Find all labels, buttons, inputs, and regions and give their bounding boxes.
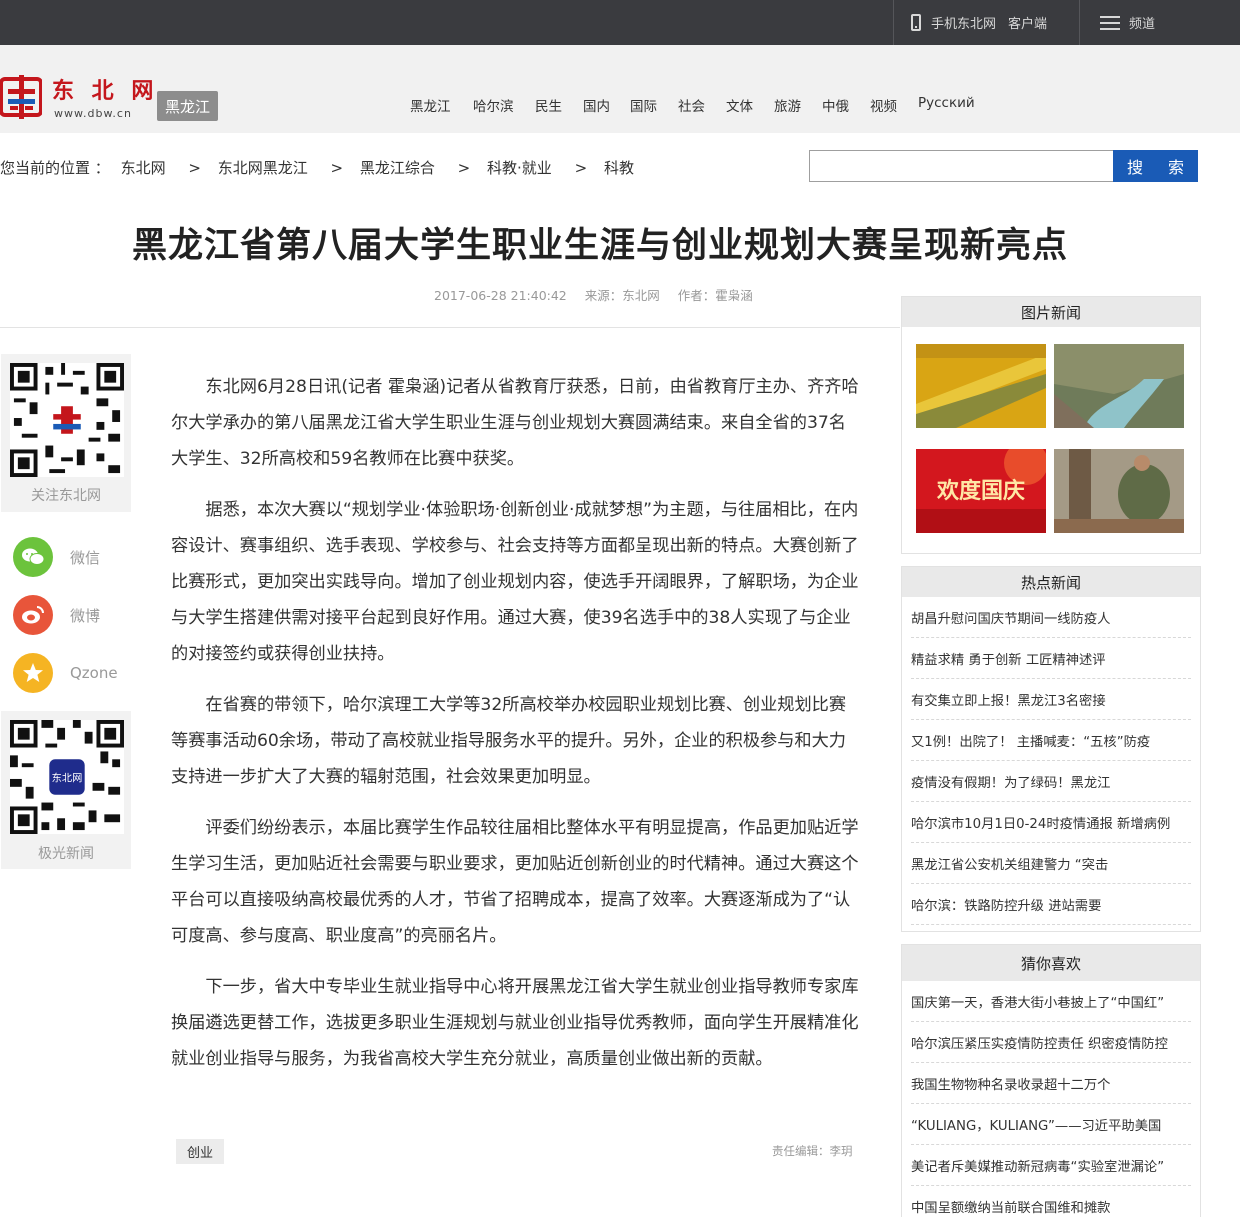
nav-item-culture-sports[interactable]: 文体: [726, 95, 753, 115]
guess-you-like-title: 猜你喜欢: [902, 945, 1200, 981]
article-source: 来源：东北网: [584, 288, 660, 303]
photo-news-panel: 图片新闻 欢度国庆: [901, 296, 1201, 554]
share-wechat[interactable]: 微信: [13, 537, 100, 577]
photo-news-thumb-river[interactable]: [1054, 344, 1184, 428]
wechat-label: 微信: [70, 548, 101, 567]
jiguang-qr-code-icon: 东北网: [10, 720, 124, 834]
share-weibo[interactable]: 微博: [13, 595, 100, 635]
nav-item-video[interactable]: 视频: [870, 95, 897, 115]
guess-news-item[interactable]: 我国生物物种名录收录超十二万个: [911, 1063, 1191, 1104]
region-badge[interactable]: 黑龙江: [157, 91, 218, 121]
nav-item-russian[interactable]: Русский: [918, 95, 975, 111]
hot-news-item[interactable]: 又1例！出院了！ 主播喊麦：“五核”防疫: [911, 720, 1191, 761]
jiguang-qr-card: 东北网 极光新闻: [1, 711, 131, 869]
article-paragraph: 下一步，省大中专毕业生就业指导中心将开展黑龙江省大学生就业创业指导教师专家库换届…: [171, 977, 859, 1069]
breadcrumb-item[interactable]: 科教·就业: [487, 159, 552, 177]
top-bar-divider: [893, 0, 894, 45]
photo-banner-text: 欢度国庆: [936, 478, 1025, 504]
hot-news-item[interactable]: 疫情没有假期！为了绿码！黑龙江: [911, 761, 1191, 802]
qzone-label: Qzone: [70, 664, 118, 682]
hamburger-menu-icon: [1100, 15, 1120, 30]
guess-news-item[interactable]: 美记者斥美媒推动新冠病毒“实验室泄漏论”: [911, 1145, 1191, 1186]
responsible-editor: 责任编辑：李玥: [772, 1144, 853, 1158]
breadcrumb-separator: >: [574, 159, 588, 177]
breadcrumb-prefix: 您当前的位置 ：: [0, 159, 110, 177]
logo-url: www.dbw.cn: [54, 107, 132, 120]
article-paragraph: 东北网6月28日讯(记者 霍枭涵)记者从省教育厅获悉，日前，由省教育厅主办、齐齐…: [171, 377, 859, 469]
hot-news-item[interactable]: 黑龙江省公安机关组建警力 “突击: [911, 843, 1191, 884]
hot-news-item[interactable]: 有交集立即上报！黑龙江3名密接: [911, 679, 1191, 720]
breadcrumb-separator: >: [188, 159, 201, 177]
article-paragraph: 据悉，本次大赛以“规划学业·体验职场·创新创业·成就梦想”为主题，与往届相比，在…: [171, 500, 859, 664]
guess-news-item[interactable]: 哈尔滨压紧压实疫情防控责任 织密疫情防控: [911, 1022, 1191, 1063]
top-bar: 手机东北网 客户端 频道: [0, 0, 1240, 45]
weibo-icon: [13, 595, 53, 635]
article-meta: 2017-06-28 21:40:42 来源：东北网 作者：霍枭涵: [434, 285, 767, 304]
nav-item-harbin[interactable]: 哈尔滨: [473, 95, 514, 115]
article-title: 黑龙江省第八届大学生职业生涯与创业规划大赛呈现新亮点: [131, 226, 1068, 266]
channel-menu-button[interactable]: 频道: [1100, 0, 1155, 45]
follow-qr-card: 关注东北网: [1, 354, 131, 512]
client-app-label: 客户端: [1008, 17, 1048, 32]
guess-news-item[interactable]: “KULIANG，KULIANG”——习近平助美国: [911, 1104, 1191, 1145]
hot-news-item[interactable]: 哈尔滨市10月1日0-24时疫情通报 新增病例: [911, 802, 1191, 843]
photo-news-thumb-soldier[interactable]: [1054, 449, 1184, 533]
guess-news-item[interactable]: 国庆第一天，香港大街小巷披上了“中国红”: [911, 981, 1191, 1022]
guess-news-item[interactable]: 中国呈额缴纳当前联合国维和摊款: [911, 1186, 1191, 1217]
photo-news-title: 图片新闻: [902, 297, 1200, 327]
breadcrumb-separator: >: [457, 159, 471, 177]
channel-label: 频道: [1129, 17, 1156, 32]
share-qzone[interactable]: Qzone: [13, 653, 118, 693]
hot-news-item[interactable]: 哈尔滨：铁路防控升级 进站需要: [911, 884, 1191, 925]
article-author: 作者：霍枭涵: [677, 288, 753, 303]
jiguang-label: 极光新闻: [38, 846, 94, 862]
breadcrumb-item[interactable]: 东北网: [121, 159, 166, 177]
photo-news-thumb-national-day[interactable]: 欢度国庆: [916, 449, 1046, 533]
nav-item-livelihood[interactable]: 民生: [535, 95, 562, 115]
hot-news-list: 胡昌升慰问国庆节期间一线防疫人 精益求精 勇于创新 工匠精神述评 有交集立即上报…: [902, 597, 1200, 925]
wechat-icon: [13, 537, 53, 577]
mobile-phone-icon: [911, 14, 921, 31]
qr-logo-text: 东北网: [52, 771, 83, 784]
article-paragraph: 评委们纷纷表示，本届比赛学生作品较往届相比整体水平有明显提高，作品更加贴近学生学…: [171, 818, 859, 946]
follow-label: 关注东北网: [31, 488, 101, 504]
article-tag[interactable]: 创业: [176, 1139, 224, 1164]
site-logo[interactable]: 东 北 网 www.dbw.cn 黑龙江: [0, 73, 220, 123]
hot-news-item[interactable]: 精益求精 勇于创新 工匠精神述评: [911, 638, 1191, 679]
qzone-star-icon: [13, 653, 53, 693]
nav-item-society[interactable]: 社会: [678, 95, 705, 115]
breadcrumb: 您当前的位置 ： 东北网 > 东北网黑龙江 > 黑龙江综合 > 科教·就业 > …: [0, 157, 640, 178]
nav-item-international[interactable]: 国际: [630, 95, 657, 115]
mobile-site-label: 手机东北网: [931, 17, 997, 32]
nav-item-travel[interactable]: 旅游: [774, 95, 801, 115]
hot-news-item[interactable]: 胡昌升慰问国庆节期间一线防疫人: [911, 597, 1191, 638]
logo-name: 东 北 网: [52, 78, 159, 104]
photo-news-thumb-field[interactable]: [916, 344, 1046, 428]
article-paragraph: 在省赛的带领下，哈尔滨理工大学等32所高校举办校园职业规划比赛、创业规划比赛等赛…: [171, 695, 847, 787]
guess-you-like-list: 国庆第一天，香港大街小巷披上了“中国红” 哈尔滨压紧压实疫情防控责任 织密疫情防…: [902, 981, 1200, 1217]
article-body: 东北网6月28日讯(记者 霍枭涵)记者从省教育厅获悉，日前，由省教育厅主办、齐齐…: [171, 369, 861, 1092]
guess-you-like-panel: 猜你喜欢 国庆第一天，香港大街小巷披上了“中国红” 哈尔滨压紧压实疫情防控责任 …: [901, 944, 1201, 1217]
hot-news-panel: 热点新闻 胡昌升慰问国庆节期间一线防疫人 精益求精 勇于创新 工匠精神述评 有交…: [901, 566, 1201, 932]
dbw-qr-code-icon: [10, 363, 124, 477]
site-header: 东 北 网 www.dbw.cn 黑龙江 黑龙江 哈尔滨 民生 国内 国际 社会…: [0, 45, 1240, 133]
nav-item-domestic[interactable]: 国内: [583, 95, 610, 115]
nav-item-china-russia[interactable]: 中俄: [822, 95, 849, 115]
top-bar-divider: [1079, 0, 1080, 45]
search-input[interactable]: [809, 150, 1114, 182]
search-button[interactable]: 搜 索: [1113, 150, 1198, 182]
mobile-site-link[interactable]: 手机东北网 客户端: [911, 0, 1047, 45]
title-divider: [0, 327, 900, 328]
breadcrumb-item[interactable]: 科教: [604, 159, 634, 177]
nav-item-heilongjiang[interactable]: 黑龙江: [410, 95, 451, 115]
breadcrumb-separator: >: [330, 159, 344, 177]
dbw-logo-icon: [0, 75, 42, 119]
breadcrumb-item[interactable]: 黑龙江综合: [360, 159, 435, 177]
hot-news-title: 热点新闻: [902, 567, 1200, 597]
breadcrumb-item[interactable]: 东北网黑龙江: [218, 159, 308, 177]
article-date: 2017-06-28 21:40:42: [434, 288, 567, 303]
weibo-label: 微博: [70, 606, 101, 625]
